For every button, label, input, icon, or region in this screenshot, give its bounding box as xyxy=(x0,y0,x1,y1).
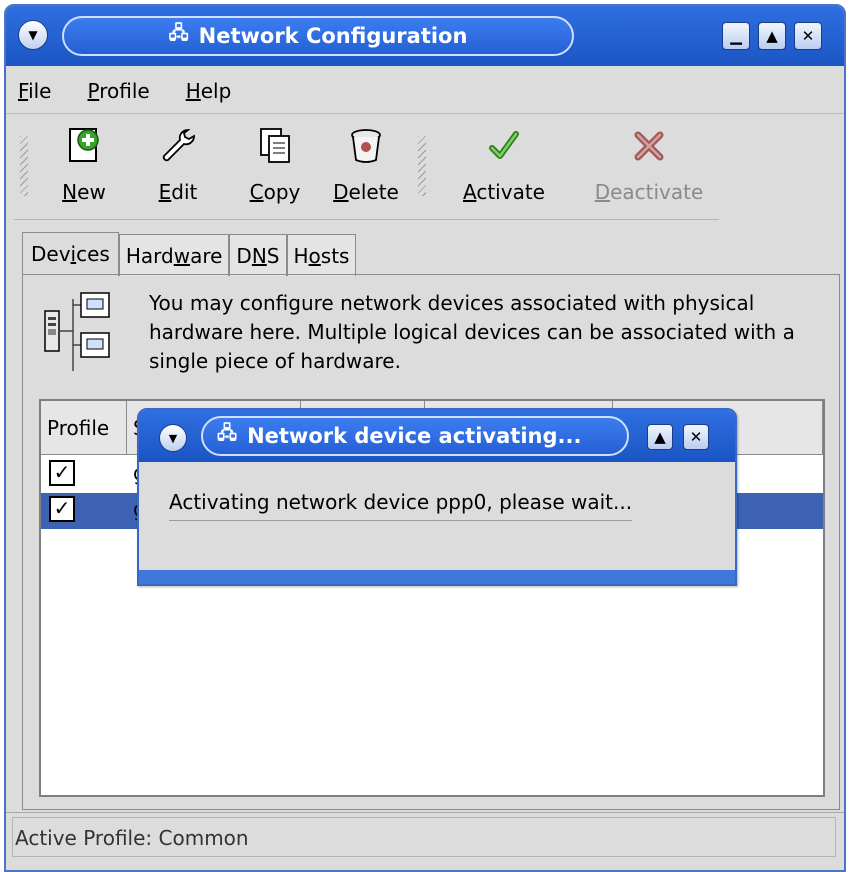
dialog-maximize-button[interactable]: ▲ xyxy=(647,424,673,450)
window-title-pill: 🖧 Network Configuration xyxy=(62,16,574,56)
close-button[interactable]: ✕ xyxy=(794,22,822,50)
delete-mnemonic: D xyxy=(333,180,349,204)
profile-checkbox[interactable]: ✓ xyxy=(49,460,75,486)
copy-icon xyxy=(255,126,295,166)
checkmark-icon xyxy=(484,126,524,166)
network-icon: 🖧 xyxy=(217,423,238,444)
activate-button[interactable]: Activate xyxy=(452,126,556,216)
network-devices-icon xyxy=(43,289,113,379)
dialog-title-pill: 🖧 Network device activating... xyxy=(201,416,629,456)
chevron-down-icon: ▼ xyxy=(168,431,178,445)
delete-label: Delete xyxy=(333,180,399,204)
column-header-profile[interactable]: Profile xyxy=(41,401,127,455)
tab-dns-mnemonic: N xyxy=(251,244,267,268)
title-bar[interactable]: ▼ 🖧 Network Configuration ▁ ▲ ✕ xyxy=(6,6,844,66)
status-bar: Active Profile: Common xyxy=(6,812,844,870)
toolbar-grip-2[interactable] xyxy=(418,136,426,196)
deactivate-button[interactable]: Deactivate xyxy=(584,126,714,216)
edit-label: Edit xyxy=(159,180,198,204)
copy-button[interactable]: Copy xyxy=(240,126,310,216)
copy-label: Copy xyxy=(250,180,301,204)
tab-hosts-pre: H xyxy=(293,244,309,268)
new-icon xyxy=(64,126,104,166)
menu-help[interactable]: Help xyxy=(186,79,232,103)
menu-profile-mnemonic: P xyxy=(87,78,100,103)
activate-label: Activate xyxy=(463,180,545,204)
tab-dns-pre: D xyxy=(236,244,252,268)
toolbar-grip[interactable] xyxy=(20,136,28,196)
tab-devices[interactable]: Devices xyxy=(22,232,119,276)
edit-label-rest: dit xyxy=(171,180,198,204)
tab-devices-pre: Dev xyxy=(31,242,71,266)
copy-mnemonic: C xyxy=(249,180,264,204)
profile-checkbox[interactable]: ✓ xyxy=(49,496,75,522)
tab-hardware-pre: Hard xyxy=(125,244,174,268)
dialog-progress-strip xyxy=(139,570,735,584)
edit-mnemonic: E xyxy=(158,180,172,204)
tab-hosts-post: sts xyxy=(320,244,350,268)
wrench-icon xyxy=(158,126,198,166)
deactivate-mnemonic: D xyxy=(594,180,611,204)
minimize-icon: ▁ xyxy=(730,27,742,45)
menu-bar: File Profile Help xyxy=(6,68,844,114)
deactivate-label: Deactivate xyxy=(595,180,704,204)
edit-button[interactable]: Edit xyxy=(148,126,208,216)
trash-icon xyxy=(346,126,386,166)
menu-profile[interactable]: Profile xyxy=(87,79,149,103)
new-label: New xyxy=(62,180,106,204)
dialog-close-button[interactable]: ✕ xyxy=(683,424,709,450)
delete-label-rest: elete xyxy=(348,180,399,204)
tab-hardware[interactable]: Hardware xyxy=(118,234,230,276)
menu-file-mnemonic: F xyxy=(18,78,29,103)
tab-bar: Devices Hardware DNS Hosts xyxy=(22,232,357,276)
network-icon: 🖧 xyxy=(168,23,189,44)
tab-hardware-mnemonic: w xyxy=(173,244,191,268)
tab-dns-post: S xyxy=(266,244,280,268)
maximize-icon: ▲ xyxy=(654,428,666,446)
menu-help-mnemonic: H xyxy=(185,78,201,103)
x-mark-icon xyxy=(629,126,669,166)
activate-label-rest: ctivate xyxy=(476,180,545,204)
activating-dialog: ▼ 🖧 Network device activating... ▲ ✕ Act… xyxy=(137,408,737,586)
tab-devices-post: ces xyxy=(76,242,110,266)
minimize-button[interactable]: ▁ xyxy=(722,22,750,50)
menu-file[interactable]: File xyxy=(18,79,51,103)
menu-file-label: ile xyxy=(28,78,52,103)
menu-help-label: elp xyxy=(200,78,232,103)
tab-hardware-post: are xyxy=(190,244,223,268)
menu-profile-label: rofile xyxy=(99,78,150,103)
devices-info-text: You may configure network devices associ… xyxy=(149,291,795,373)
active-profile-status: Active Profile: Common xyxy=(12,817,836,857)
new-button[interactable]: New xyxy=(54,126,114,216)
deactivate-label-rest: eactivate xyxy=(610,180,704,204)
dialog-menu-button[interactable]: ▼ xyxy=(159,424,187,452)
tab-dns[interactable]: DNS xyxy=(229,234,287,276)
window-title: Network Configuration xyxy=(198,24,468,48)
close-icon: ✕ xyxy=(689,428,703,446)
tab-hosts[interactable]: Hosts xyxy=(286,234,357,276)
chevron-down-icon: ▼ xyxy=(28,28,38,42)
new-mnemonic: N xyxy=(62,180,78,204)
maximize-button[interactable]: ▲ xyxy=(758,22,786,50)
dialog-title: Network device activating... xyxy=(247,424,582,448)
close-icon: ✕ xyxy=(801,27,815,45)
delete-button[interactable]: Delete xyxy=(326,126,406,216)
new-label-rest: ew xyxy=(77,180,106,204)
dialog-title-bar[interactable]: ▼ 🖧 Network device activating... ▲ ✕ xyxy=(139,410,735,462)
tab-hosts-mnemonic: o xyxy=(308,244,321,268)
dialog-message: Activating network device ppp0, please w… xyxy=(169,490,633,521)
window-menu-button[interactable]: ▼ xyxy=(18,20,48,50)
maximize-icon: ▲ xyxy=(766,27,778,45)
toolbar: New Edit Copy Delete Activate Deactivate xyxy=(14,116,719,220)
activate-mnemonic: A xyxy=(463,180,477,204)
copy-label-rest: opy xyxy=(263,180,301,204)
